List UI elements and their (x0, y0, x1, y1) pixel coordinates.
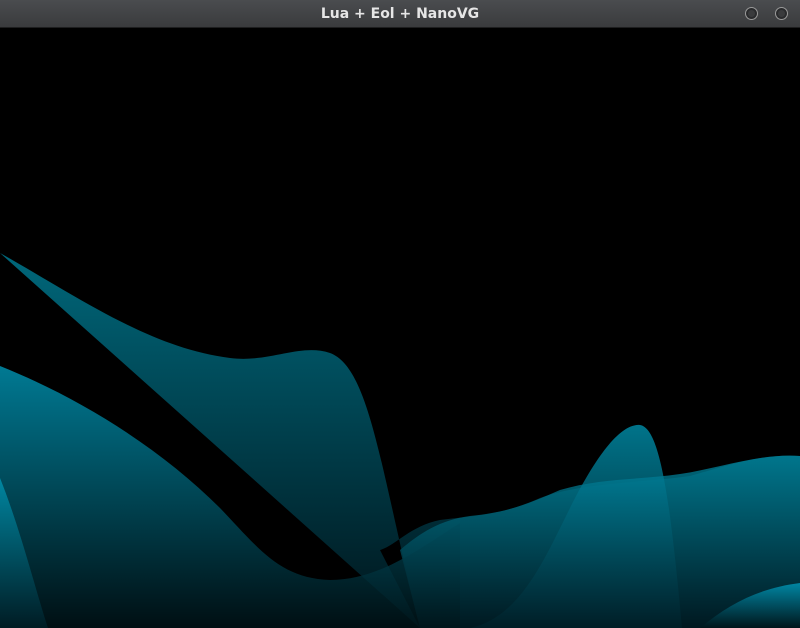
close-button[interactable] (775, 7, 788, 20)
waves-drawing (0, 253, 800, 628)
close-icon (778, 10, 785, 17)
nanovg-canvas[interactable] (0, 28, 800, 628)
minimize-button[interactable] (745, 7, 758, 20)
window-title: Lua + Eol + NanoVG (320, 6, 480, 22)
title-bar[interactable]: Lua + Eol + NanoVG (0, 0, 800, 28)
app-window: Lua + Eol + NanoVG (0, 0, 800, 628)
minimize-icon (748, 10, 755, 17)
